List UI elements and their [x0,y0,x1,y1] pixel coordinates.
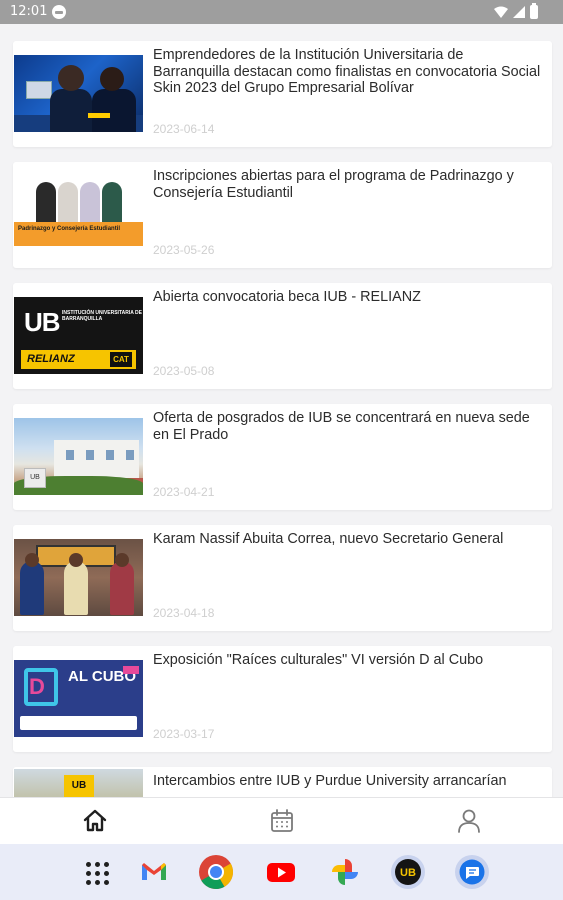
app-dock: UB [0,844,563,900]
iub-logo-text: INSTITUCIÓN UNIVERSITARIA DE BARRANQUILL… [62,310,143,322]
news-thumbnail [14,55,143,132]
youtube-icon[interactable] [264,855,298,889]
app-drawer-icon[interactable] [79,855,113,889]
wifi-icon [494,6,508,18]
notification-icon [52,5,66,19]
news-feed[interactable]: Emprendedores de la Institución Universi… [0,24,563,797]
news-thumbnail: UB [14,769,143,797]
news-card[interactable]: Karam Nassif Abuita Correa, nuevo Secret… [13,525,552,631]
news-date: 2023-04-18 [153,606,215,620]
news-title: Intercambios entre IUB y Purdue Universi… [153,773,507,789]
bottom-navigation [0,797,563,844]
news-card[interactable]: UB Oferta de posgrados de IUB se concent… [13,404,552,510]
news-title: Emprendedores de la Institución Universi… [153,47,541,96]
status-time: 12:01 [10,4,48,19]
news-thumbnail: UB [14,418,143,495]
news-thumbnail: Padrinazgo y Consejería Estudiantil [14,176,143,253]
status-bar: 12:01 [0,0,563,24]
news-date: 2023-05-08 [153,364,215,378]
cellular-icon [513,6,525,18]
building-sign: UB [24,468,46,488]
news-thumbnail: D AL CUBO [14,660,143,737]
news-card[interactable]: D AL CUBO Exposición "Raíces culturales"… [13,646,552,752]
news-title: Exposición "Raíces culturales" VI versió… [153,652,484,668]
news-title: Karam Nassif Abuita Correa, nuevo Secret… [153,531,504,547]
profile-icon[interactable] [454,806,484,836]
news-title: Inscripciones abiertas para el programa … [153,168,514,201]
news-card[interactable]: UB Intercambios entre IUB y Purdue Unive… [13,767,552,797]
gmail-icon[interactable] [137,855,171,889]
svg-text:UB: UB [400,867,416,879]
relianz-logo: RELIANZ [27,353,75,365]
cat-logo: CAT [110,352,132,367]
news-date: 2023-03-17 [153,727,215,741]
iub-logo: UB [24,307,61,337]
thumbnail-letter: D [29,674,45,699]
thumbnail-caption: Padrinazgo y Consejería Estudiantil [18,226,121,232]
news-date: 2023-04-21 [153,485,215,499]
messages-icon[interactable] [455,855,489,889]
google-photos-icon[interactable] [328,855,362,889]
news-thumbnail: UB INSTITUCIÓN UNIVERSITARIA DE BARRANQU… [14,297,143,374]
news-title: Abierta convocatoria beca IUB - RELIANZ [153,289,421,305]
news-title: Oferta de posgrados de IUB se concentrar… [153,410,530,443]
chrome-icon[interactable] [199,855,233,889]
news-card[interactable]: UB INSTITUCIÓN UNIVERSITARIA DE BARRANQU… [13,283,552,389]
battery-icon [530,3,538,19]
news-date: 2023-05-26 [153,243,215,257]
news-thumbnail [14,539,143,616]
news-date: 2023-06-14 [153,122,215,136]
home-icon[interactable] [80,806,110,836]
building-sign: UB [64,775,94,797]
iub-app-icon[interactable]: UB [391,855,425,889]
news-card[interactable]: Padrinazgo y Consejería Estudiantil Insc… [13,162,552,268]
news-card[interactable]: Emprendedores de la Institución Universi… [13,41,552,147]
calendar-icon[interactable] [267,806,297,836]
